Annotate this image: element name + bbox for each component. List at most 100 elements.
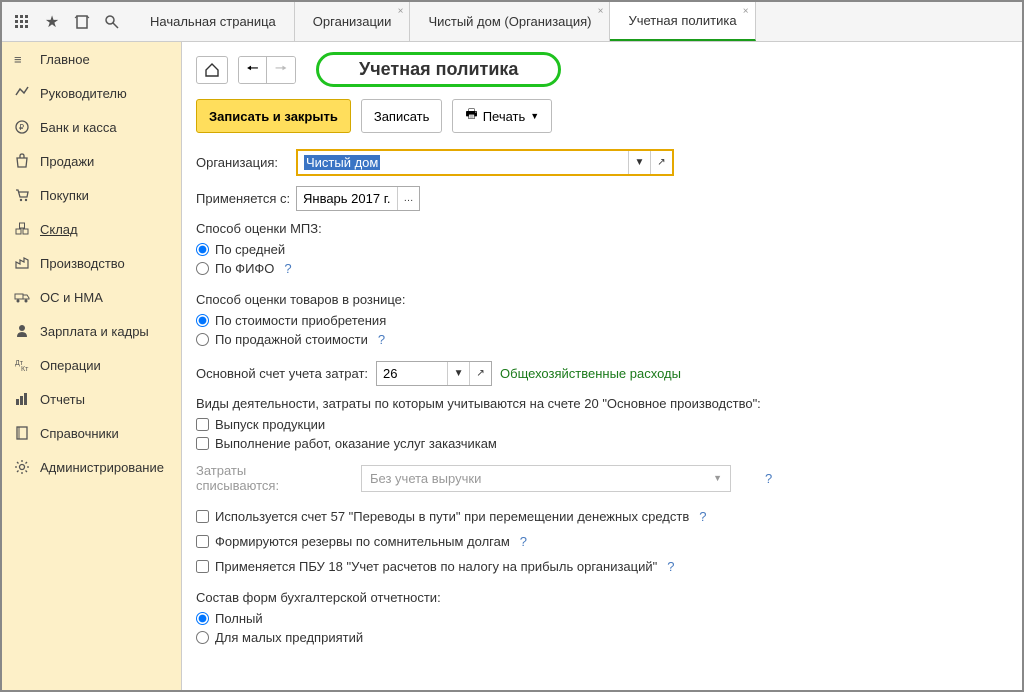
apps-icon[interactable] bbox=[8, 8, 36, 36]
tab-label: Учетная политика bbox=[628, 13, 736, 28]
top-bar: ★ Начальная страница Организации × Чистый… bbox=[2, 2, 1022, 42]
save-button[interactable]: Записать bbox=[361, 99, 443, 133]
chk-pbu18-label: Применяется ПБУ 18 "Учет расчетов по нал… bbox=[215, 559, 657, 574]
date-label: Применяется с: bbox=[196, 191, 296, 206]
chk-reserves[interactable] bbox=[196, 535, 209, 548]
sidebar-item-main[interactable]: ≡ Главное bbox=[2, 42, 181, 76]
bag-icon bbox=[14, 153, 30, 169]
org-label: Организация: bbox=[196, 155, 296, 170]
sidebar-item-label: Склад bbox=[40, 222, 78, 237]
tab-org-clean-house[interactable]: Чистый дом (Организация) × bbox=[410, 2, 610, 41]
org-value: Чистый дом bbox=[304, 155, 380, 170]
sidebar-item-warehouse[interactable]: Склад bbox=[2, 212, 181, 246]
gear-icon bbox=[14, 459, 30, 475]
search-icon[interactable] bbox=[98, 8, 126, 36]
chk-production-label: Выпуск продукции bbox=[215, 417, 325, 432]
print-button[interactable]: 🖶Печать▼ bbox=[452, 99, 552, 133]
date-input[interactable] bbox=[297, 187, 397, 210]
open-button[interactable]: ↗ bbox=[469, 362, 491, 385]
sidebar-item-assets[interactable]: ОС и НМА bbox=[2, 280, 181, 314]
help-icon[interactable]: ? bbox=[765, 471, 772, 486]
sidebar-item-label: Администрирование bbox=[40, 460, 164, 475]
mpz-fifo-label: По ФИФО bbox=[215, 261, 274, 276]
help-icon[interactable]: ? bbox=[520, 534, 527, 549]
mpz-avg-radio[interactable] bbox=[196, 243, 209, 256]
sidebar-item-label: Справочники bbox=[40, 426, 119, 441]
cart-icon bbox=[14, 187, 30, 203]
help-icon[interactable]: ? bbox=[378, 332, 385, 347]
star-icon[interactable]: ★ bbox=[38, 8, 66, 36]
sidebar-item-bank[interactable]: ₽Банк и касса bbox=[2, 110, 181, 144]
sidebar-item-manager[interactable]: Руководителю bbox=[2, 76, 181, 110]
sidebar-item-production[interactable]: Производство bbox=[2, 246, 181, 280]
chevron-down-icon: ▼ bbox=[713, 473, 722, 483]
sidebar-item-payroll[interactable]: Зарплата и кадры bbox=[2, 314, 181, 348]
tab-label: Начальная страница bbox=[150, 14, 276, 29]
sidebar-item-reports[interactable]: Отчеты bbox=[2, 382, 181, 416]
tab-label: Организации bbox=[313, 14, 392, 29]
mpz-label: Способ оценки МПЗ: bbox=[196, 221, 1008, 236]
tab-label: Чистый дом (Организация) bbox=[428, 14, 591, 29]
tab-accounting-policy[interactable]: Учетная политика × bbox=[610, 2, 755, 41]
sidebar-item-label: ОС и НМА bbox=[40, 290, 103, 305]
close-icon[interactable]: × bbox=[598, 6, 604, 17]
writeoff-value: Без учета выручки bbox=[370, 471, 481, 486]
menu-icon: ≡ bbox=[14, 51, 30, 67]
mpz-avg-label: По средней bbox=[215, 242, 285, 257]
history-icon[interactable] bbox=[68, 8, 96, 36]
sidebar-item-purchases[interactable]: Покупки bbox=[2, 178, 181, 212]
home-button[interactable] bbox=[196, 56, 228, 84]
org-input-group: Чистый дом ▼ ↗ bbox=[296, 149, 674, 176]
retail-cost-radio[interactable] bbox=[196, 314, 209, 327]
activities-label: Виды деятельности, затраты по которым уч… bbox=[196, 396, 1008, 411]
book-icon bbox=[14, 425, 30, 441]
svg-text:₽: ₽ bbox=[19, 123, 24, 132]
back-button[interactable]: 🠔 bbox=[239, 57, 267, 83]
sidebar-item-operations[interactable]: ДтКтОперации bbox=[2, 348, 181, 382]
chk-services-label: Выполнение работ, оказание услуг заказчи… bbox=[215, 436, 497, 451]
dropdown-button[interactable]: ▼ bbox=[628, 151, 650, 174]
close-icon[interactable]: × bbox=[398, 6, 404, 17]
report-small-radio[interactable] bbox=[196, 631, 209, 644]
truck-icon bbox=[14, 289, 30, 305]
help-icon[interactable]: ? bbox=[667, 559, 674, 574]
chk-account57[interactable] bbox=[196, 510, 209, 523]
mpz-fifo-radio[interactable] bbox=[196, 262, 209, 275]
person-icon bbox=[14, 323, 30, 339]
sidebar-item-label: Зарплата и кадры bbox=[40, 324, 149, 339]
chk-account57-label: Используется счет 57 "Переводы в пути" п… bbox=[215, 509, 689, 524]
sidebar-item-catalogs[interactable]: Справочники bbox=[2, 416, 181, 450]
date-picker-button[interactable]: … bbox=[397, 187, 419, 210]
sidebar-item-label: Продажи bbox=[40, 154, 94, 169]
sidebar-item-label: Главное bbox=[40, 52, 90, 67]
acct-input[interactable] bbox=[377, 362, 447, 385]
org-input[interactable]: Чистый дом bbox=[298, 151, 628, 174]
sidebar-item-label: Производство bbox=[40, 256, 125, 271]
main-acct-label: Основной счет учета затрат: bbox=[196, 366, 368, 381]
writeoff-label: Затраты списываются: bbox=[196, 463, 331, 493]
sidebar-item-admin[interactable]: Администрирование bbox=[2, 450, 181, 484]
report-small-label: Для малых предприятий bbox=[215, 630, 363, 645]
chk-services[interactable] bbox=[196, 437, 209, 450]
close-icon[interactable]: × bbox=[743, 6, 749, 17]
help-icon[interactable]: ? bbox=[699, 509, 706, 524]
forward-button[interactable]: 🠖 bbox=[267, 57, 295, 83]
sidebar-item-label: Отчеты bbox=[40, 392, 85, 407]
date-input-group: … bbox=[296, 186, 420, 211]
retail-sale-radio[interactable] bbox=[196, 333, 209, 346]
print-label: Печать bbox=[483, 109, 526, 124]
chk-pbu18[interactable] bbox=[196, 560, 209, 573]
tab-home[interactable]: Начальная страница bbox=[132, 2, 295, 41]
reportforms-label: Состав форм бухгалтерской отчетности: bbox=[196, 590, 1008, 605]
open-button[interactable]: ↗ bbox=[650, 151, 672, 174]
acct-desc: Общехозяйственные расходы bbox=[500, 366, 681, 381]
chart-icon bbox=[14, 85, 30, 101]
save-close-button[interactable]: Записать и закрыть bbox=[196, 99, 351, 133]
report-full-radio[interactable] bbox=[196, 612, 209, 625]
tab-organizations[interactable]: Организации × bbox=[295, 2, 411, 41]
dropdown-button[interactable]: ▼ bbox=[447, 362, 469, 385]
chk-production[interactable] bbox=[196, 418, 209, 431]
writeoff-select: Без учета выручки ▼ bbox=[361, 465, 731, 492]
help-icon[interactable]: ? bbox=[284, 261, 291, 276]
sidebar-item-sales[interactable]: Продажи bbox=[2, 144, 181, 178]
